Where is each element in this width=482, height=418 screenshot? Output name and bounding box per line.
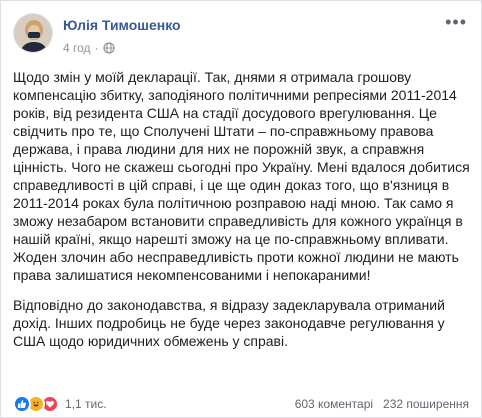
- more-options-icon[interactable]: •••: [445, 13, 467, 31]
- post-time[interactable]: 4 год: [63, 41, 91, 55]
- post-card: Юлія Тимошенко 4 год · ••• Щодо змін у м…: [0, 0, 482, 418]
- dot-separator: ·: [94, 41, 99, 55]
- post-paragraph: Щодо змін у моїй декларації. Так, днями …: [13, 69, 470, 283]
- comments-count[interactable]: 603 коментарі: [295, 397, 373, 411]
- post-body: Щодо змін у моїй декларації. Так, днями …: [13, 68, 473, 362]
- post-paragraph: Відповідно до законодавства, я відразу з…: [13, 297, 445, 349]
- post-meta: 4 год ·: [63, 41, 115, 55]
- reaction-count[interactable]: 1,1 тис.: [65, 397, 107, 411]
- reactions-summary[interactable]: 1,1 тис.: [13, 395, 107, 413]
- avatar-image: [14, 14, 52, 52]
- post-footer: 1,1 тис. 603 коментарі 232 поширення: [13, 394, 469, 414]
- like-reaction-icon: [13, 395, 31, 413]
- author-name[interactable]: Юлія Тимошенко: [63, 17, 181, 33]
- shares-count[interactable]: 232 поширення: [383, 397, 469, 411]
- globe-icon[interactable]: [102, 42, 115, 54]
- avatar[interactable]: [13, 13, 53, 53]
